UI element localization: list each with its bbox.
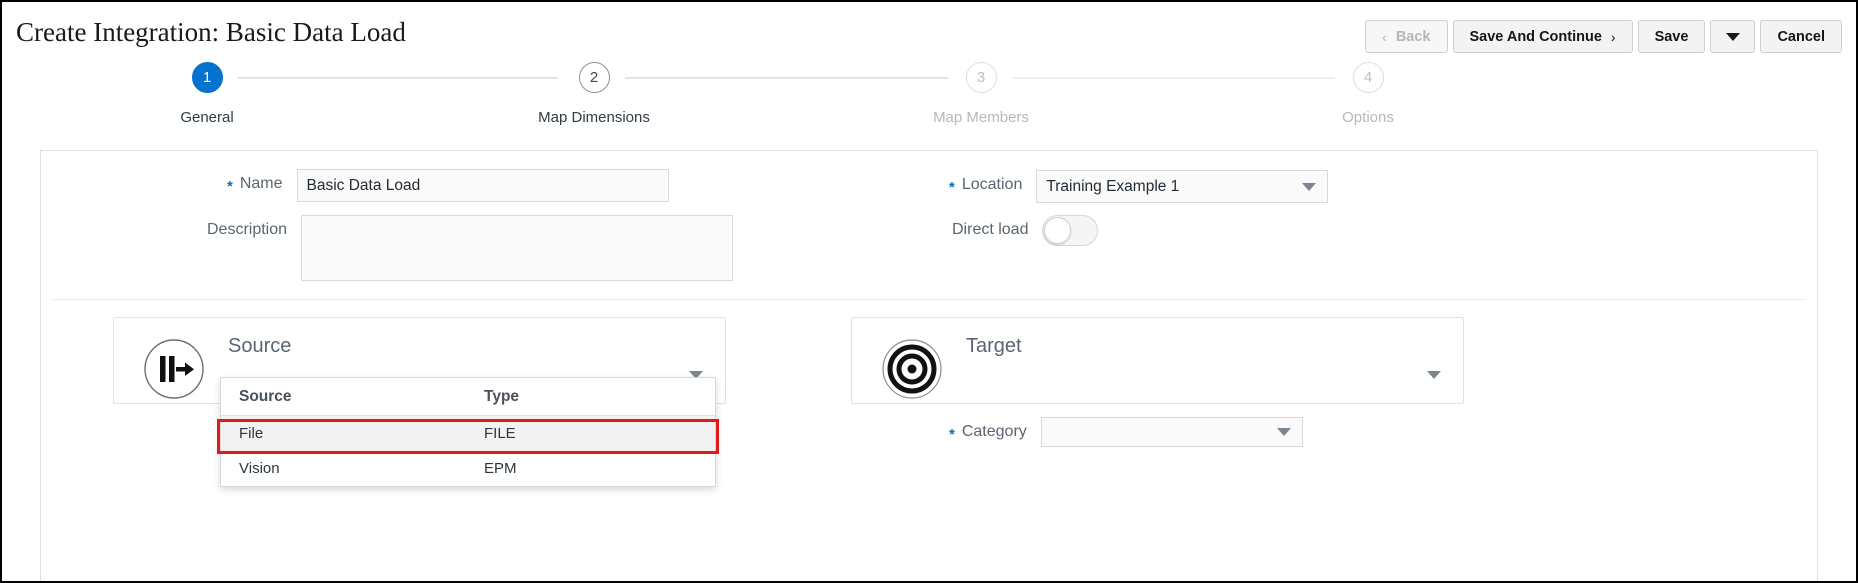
direct-load-toggle-knob [1044,217,1072,244]
direct-load-label: Direct load [952,221,1029,238]
stepper-connector-1 [238,77,558,79]
step-number-4: 4 [1352,62,1384,93]
location-select[interactable]: Training Example 1 [1036,170,1329,203]
target-card-title: Target [966,335,1022,357]
row-source-type: FILE [484,425,516,442]
stepper-step-map-members[interactable]: 3 Map Members [886,62,1076,126]
back-button-label: Back [1395,28,1431,45]
source-card-title: Source [228,335,292,357]
chevron-down-icon [1302,182,1317,191]
category-select[interactable] [1040,417,1303,447]
save-button[interactable]: Save [1637,20,1706,53]
name-label-wrap: * Name [227,169,283,195]
source-dropdown-header: Source Type [221,378,715,416]
column-header-type: Type [484,387,520,405]
source-dropdown-row-vision[interactable]: Vision EPM [221,451,715,486]
page-title: Create Integration: Basic Data Load [16,17,406,47]
save-and-continue-label: Save And Continue [1469,28,1602,45]
step-number-2: 2 [578,62,610,93]
required-asterisk-name: * [227,178,233,195]
direct-load-toggle[interactable] [1042,215,1099,246]
direct-load-field-group: Direct load [952,215,1099,246]
wizard-stepper: 1 General 2 Map Dimensions 3 Map Members… [2,62,1856,147]
chevron-left-icon: ‹ [1382,28,1387,45]
step-label-general: General [180,109,234,126]
stepper-connector-2 [625,77,948,79]
chevron-down-icon [1725,32,1740,41]
cancel-button[interactable]: Cancel [1760,20,1842,53]
header-toolbar: ‹ Back Save And Continue › Save Cancel [1365,20,1842,53]
row-source-name: File [239,425,264,442]
location-field-group: * Location Training Example 1 [949,170,1329,203]
cancel-button-label: Cancel [1777,28,1825,45]
back-button[interactable]: ‹ Back [1365,20,1448,53]
stepper-step-options[interactable]: 4 Options [1273,62,1463,126]
category-field-group: * Category [949,417,1303,447]
integration-form-panel: * Name Basic Data Load Description * Locat… [40,150,1818,581]
category-label-wrap: * Category [949,417,1027,443]
location-selected-value: Training Example 1 [1046,177,1180,195]
description-field-group: Description [207,215,734,281]
category-label: Category [961,423,1027,440]
step-label-map-dimensions: Map Dimensions [538,109,650,126]
source-flow-icon [143,338,205,400]
stepper-step-general[interactable]: 1 General [112,62,302,126]
stepper-step-map-dimensions[interactable]: 2 Map Dimensions [499,62,689,126]
description-label: Description [207,221,288,238]
save-and-continue-button[interactable]: Save And Continue › [1452,20,1633,53]
description-textarea[interactable] [301,215,734,281]
row-source-name: Vision [239,460,280,477]
source-dropdown-list[interactable]: Source Type File FILE Vision EPM [220,377,716,487]
name-input[interactable]: Basic Data Load [296,169,669,202]
location-label: Location [961,176,1023,193]
name-field-group: * Name Basic Data Load [227,169,669,202]
step-number-3: 3 [965,62,997,93]
location-label-wrap: * Location [949,170,1023,196]
create-integration-window: Create Integration: Basic Data Load ‹ Ba… [0,0,1858,583]
chevron-right-icon: › [1610,28,1616,45]
target-card[interactable]: Target [851,317,1464,404]
required-asterisk-category: * [949,426,955,443]
save-dropdown-button[interactable] [1710,20,1756,53]
bullseye-target-icon [881,338,943,400]
chevron-down-icon [1276,428,1291,436]
required-asterisk-location: * [949,179,955,196]
panel-divider [53,299,1805,300]
target-card-chevron-down-icon[interactable] [1427,371,1441,379]
save-button-label: Save [1654,28,1689,45]
step-number-1: 1 [191,62,223,93]
source-dropdown-row-file[interactable]: File FILE [221,416,715,451]
row-source-type: EPM [484,460,517,477]
step-label-options: Options [1342,109,1394,126]
window-header: Create Integration: Basic Data Load ‹ Ba… [2,2,1856,68]
step-label-map-members: Map Members [933,109,1029,126]
stepper-connector-3 [1012,77,1335,79]
column-header-source: Source [239,387,292,405]
name-label: Name [239,175,283,192]
